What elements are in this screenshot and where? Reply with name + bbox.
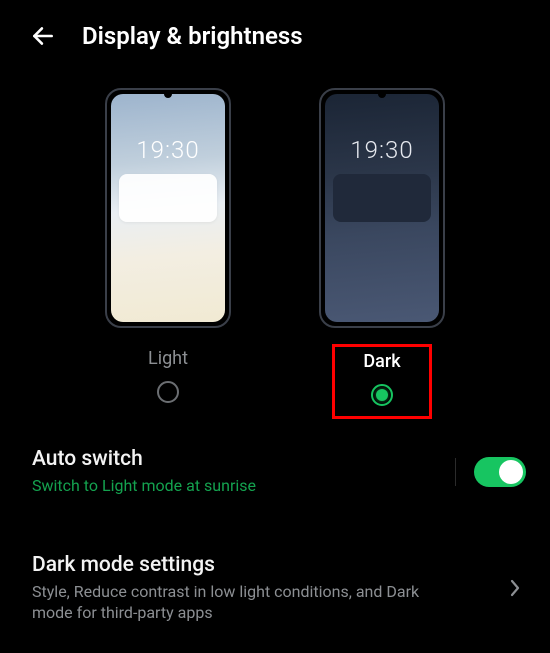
radio-dark[interactable] — [371, 384, 393, 406]
phone-preview-light: 19:30 — [105, 88, 231, 328]
header: Display & brightness — [0, 0, 550, 68]
dark-mode-settings-title: Dark mode settings — [32, 553, 504, 577]
theme-label-wrap-light: Light — [120, 344, 216, 413]
preview-card — [333, 174, 431, 222]
page-title: Display & brightness — [82, 22, 303, 50]
theme-label-wrap-dark: Dark — [332, 344, 431, 419]
divider — [455, 458, 456, 486]
chevron-right-icon — [504, 577, 526, 599]
auto-switch-row[interactable]: Auto switch Switch to Light mode at sunr… — [0, 427, 550, 515]
auto-switch-toggle[interactable] — [474, 457, 526, 487]
dark-mode-settings-text: Dark mode settings Style, Reduce contras… — [32, 553, 504, 624]
preview-card — [119, 174, 217, 222]
back-icon[interactable] — [30, 23, 56, 49]
dark-mode-settings-subtitle: Style, Reduce contrast in low light cond… — [32, 581, 462, 624]
theme-option-dark[interactable]: 19:30 Dark — [319, 88, 445, 419]
preview-time: 19:30 — [111, 136, 225, 164]
radio-light[interactable] — [157, 381, 179, 403]
preview-time: 19:30 — [325, 136, 439, 164]
auto-switch-text: Auto switch Switch to Light mode at sunr… — [32, 447, 455, 497]
theme-selector: 19:30 Light 19:30 Dark — [0, 68, 550, 427]
theme-option-light[interactable]: 19:30 Light — [105, 88, 231, 419]
auto-switch-title: Auto switch — [32, 447, 455, 471]
theme-label-dark: Dark — [363, 351, 400, 372]
theme-label-light: Light — [148, 348, 188, 369]
auto-switch-subtitle: Switch to Light mode at sunrise — [32, 475, 455, 497]
dark-mode-settings-row[interactable]: Dark mode settings Style, Reduce contras… — [0, 533, 550, 642]
phone-preview-dark: 19:30 — [319, 88, 445, 328]
